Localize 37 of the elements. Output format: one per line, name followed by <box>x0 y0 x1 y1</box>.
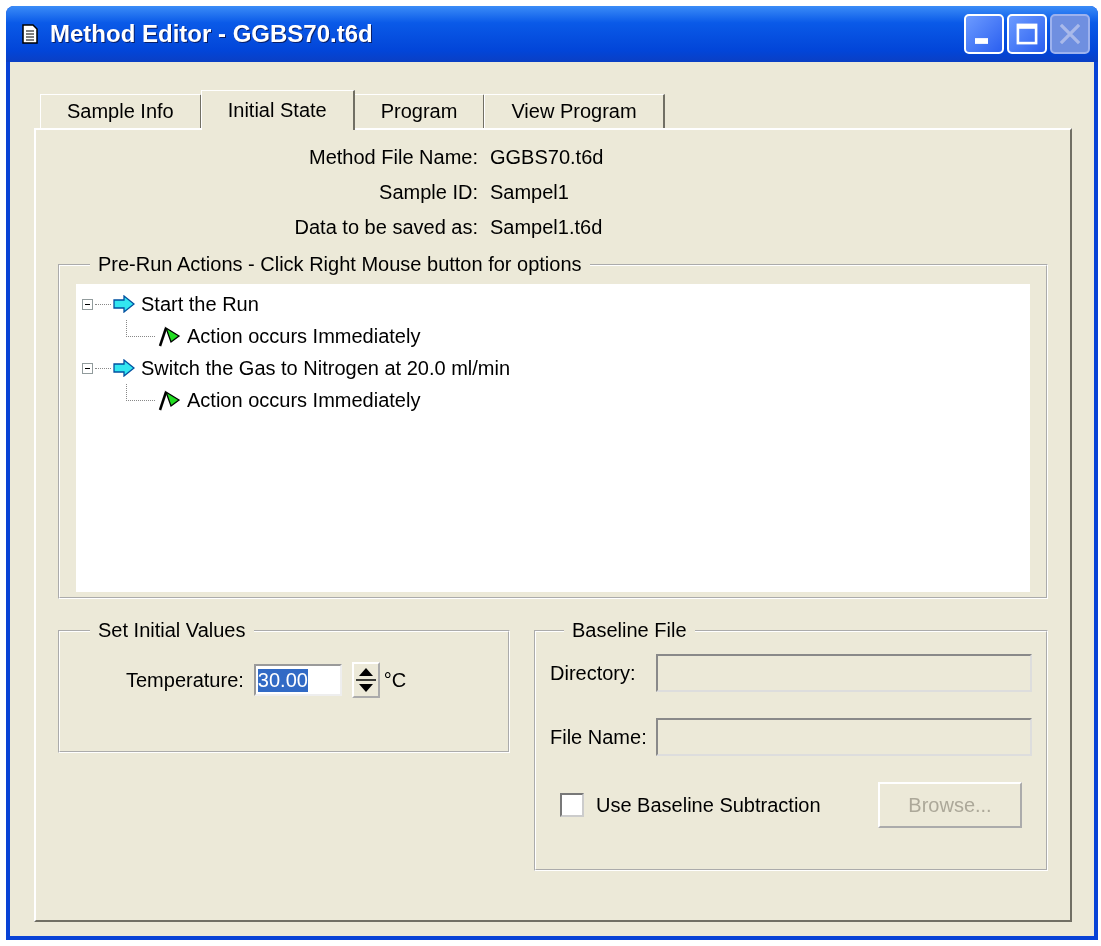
tree-item[interactable]: Start the Run <box>141 292 259 316</box>
field-label: Temperature: <box>126 668 244 692</box>
group-title: Pre-Run Actions - Click Right Mouse button for options <box>97 253 583 276</box>
minimize-icon <box>974 38 988 44</box>
tree-item[interactable]: Action occurs Immediately <box>187 388 421 412</box>
window-title: Method Editor - GGBS70.t6d <box>50 20 374 48</box>
info-value: GGBS70.t6d <box>490 146 605 169</box>
tab[interactable]: Initial State <box>200 90 355 130</box>
temperature-field[interactable]: 30.00 <box>253 664 342 696</box>
info-value: Sampel1.t6d <box>490 216 604 239</box>
flag-icon <box>157 388 181 412</box>
document-icon <box>22 24 38 44</box>
collapse-toggle[interactable] <box>82 362 93 374</box>
tree-item[interactable]: Switch the Gas to Nitrogen at 20.0 ml/min <box>141 356 511 380</box>
tab[interactable]: Sample Info <box>40 94 202 128</box>
info-label: Method File Name: <box>308 146 478 169</box>
close-icon <box>1057 21 1083 47</box>
flag-icon <box>157 324 181 348</box>
arrow-icon <box>113 359 135 377</box>
group-title: Baseline File <box>571 619 688 642</box>
maximize-icon <box>1014 21 1040 47</box>
unit-label: °C <box>383 668 407 692</box>
spin-button[interactable] <box>351 662 380 698</box>
maximize-button[interactable] <box>1007 14 1047 54</box>
field-label: Directory: <box>550 661 637 685</box>
arrow-icon <box>113 295 135 313</box>
group-title: Set Initial Values <box>97 619 247 642</box>
minimize-button[interactable] <box>964 14 1004 54</box>
info-label: Sample ID: <box>378 181 478 204</box>
checkbox[interactable]: Use Baseline Subtraction <box>550 793 821 817</box>
info-label: Data to be saved as: <box>293 216 478 239</box>
tab[interactable]: View Program <box>484 94 665 128</box>
tree-item[interactable]: Action occurs Immediately <box>187 324 421 348</box>
field-label: File Name: <box>550 725 646 749</box>
tab[interactable]: Program <box>353 94 486 128</box>
collapse-toggle[interactable] <box>82 298 93 310</box>
info-value: Sampel1 <box>490 181 570 204</box>
